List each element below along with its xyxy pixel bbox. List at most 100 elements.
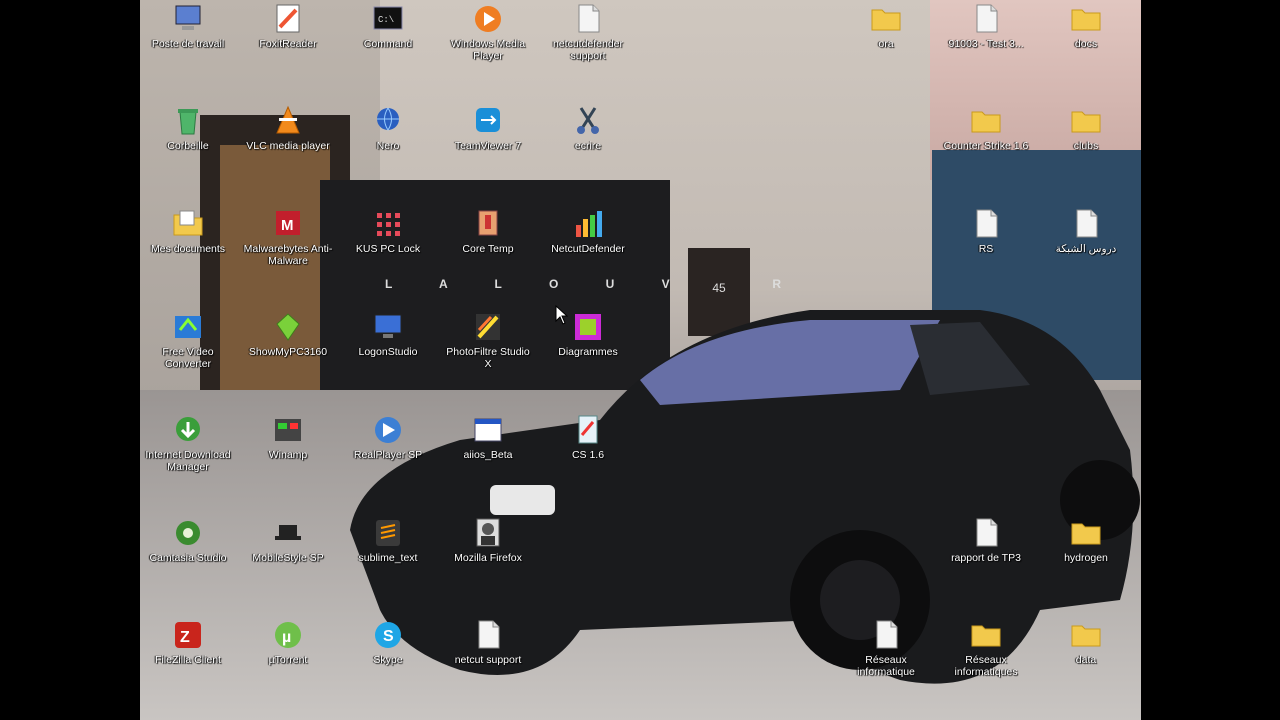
download-manager-icon (176, 417, 200, 441)
desktop-icon[interactable]: clubs (1040, 104, 1132, 200)
desktop-icon[interactable]: Réseaux informatiques (940, 618, 1032, 714)
desktop-icon-label: Camtasia Studio (149, 552, 227, 564)
desktop-icon-label: rapport de TP3 (951, 552, 1021, 564)
desktop-icon[interactable]: TeamViewer 7 (442, 104, 534, 200)
hat-icon (275, 525, 301, 540)
desktop-icon[interactable]: RealPlayer SP (342, 413, 434, 509)
realplayer-icon (375, 417, 401, 443)
desktop-icon[interactable]: Poste de travail (142, 2, 234, 98)
desktop-icon[interactable]: ecrire (542, 104, 634, 200)
folder-icon (1071, 523, 1101, 545)
desktop-icon[interactable]: hydrogen (1040, 516, 1132, 612)
desktop-icon[interactable]: Réseaux informatique (840, 618, 932, 714)
desktop-icon[interactable]: data (1040, 618, 1132, 714)
desktop-icon-label: sublime_text (358, 552, 418, 564)
desktop-icon-label: VLC media player (246, 140, 330, 152)
folder-documents-icon (173, 210, 203, 236)
desktop-icon[interactable]: aiios_Beta (442, 413, 534, 509)
letterbox-left (0, 0, 140, 720)
desktop-icon-label: ShowMyPC3160 (248, 346, 328, 358)
desktop-icon[interactable]: netcut support (442, 618, 534, 714)
desktop-icon-label: MobileStyle SP (252, 552, 324, 564)
scissors-icon (577, 107, 599, 134)
desktop-icon-label: Diagrammes (558, 346, 618, 358)
desktop-icon-label: Skype (373, 654, 403, 666)
desktop-icon-label: TeamViewer 7 (454, 140, 522, 152)
vlc-icon (276, 105, 300, 134)
desktop-icon[interactable]: ShowMyPC3160 (242, 310, 334, 406)
desktop-icon-label: µTorrent (268, 654, 308, 666)
desktop-icon[interactable]: Winamp (242, 413, 334, 509)
camtasia-icon (176, 521, 200, 545)
desktop-icon-label: Corbeille (167, 140, 209, 152)
document-icon (976, 4, 998, 33)
firefox-icon (476, 518, 500, 547)
skype-icon: S (375, 622, 401, 648)
desktop-icon[interactable]: docs (1040, 2, 1132, 98)
desktop-icon-label: Réseaux informatiques (954, 654, 1018, 678)
folder-icon (971, 111, 1001, 133)
computer-icon (175, 5, 201, 30)
desktop-icon[interactable]: Windows Media Player (442, 2, 534, 98)
desktop-icon[interactable]: Free Video Converter (142, 310, 234, 406)
desktop-icon[interactable]: Z FileZilla Client (142, 618, 234, 714)
desktop-icon-label: Mes documents (150, 243, 226, 255)
desktop-icon[interactable]: Corbeille (142, 104, 234, 200)
desktop-icon[interactable]: Counter Strike 1.6 (940, 104, 1032, 200)
desktop-icon[interactable]: LogonStudio (342, 310, 434, 406)
desktop-icon[interactable]: C:\ Command (342, 2, 434, 98)
desktop-icon[interactable]: rapport de TP3 (940, 516, 1032, 612)
svg-text:C:\: C:\ (378, 15, 394, 25)
desktop-icon[interactable]: 91003 - Test 3... (940, 2, 1032, 98)
desktop-icon[interactable]: S Skype (342, 618, 434, 714)
diagram-icon (575, 314, 601, 340)
letterbox-right (1141, 0, 1280, 720)
desktop-icon[interactable]: Nero (342, 104, 434, 200)
document-icon (478, 620, 500, 649)
desktop-icon[interactable]: M Malwarebytes Anti-Malware (242, 207, 334, 303)
terminal-icon: C:\ (373, 6, 403, 30)
game-icon (578, 415, 598, 444)
monitor-icon (374, 314, 402, 338)
folder-icon (1071, 111, 1101, 133)
desktop-icon[interactable]: MobileStyle SP (242, 516, 334, 612)
svg-text:M: M (281, 217, 294, 234)
window-icon (474, 418, 502, 442)
globe-icon (377, 107, 399, 131)
desktop-icon[interactable]: KUS PC Lock (342, 207, 434, 303)
desktop-icon-label: Mozilla Firefox (454, 552, 522, 564)
desktop-icon[interactable]: NetcutDefender (542, 207, 634, 303)
desktop-icon[interactable]: CS 1.6 (542, 413, 634, 509)
folder-icon (1071, 9, 1101, 31)
photofiltre-icon (476, 314, 500, 340)
desktop-icon[interactable]: Mes documents (142, 207, 234, 303)
document-icon (976, 209, 998, 238)
desktop-icon[interactable]: Core Temp (442, 207, 534, 303)
desktop-icon-label: KUS PC Lock (355, 243, 421, 255)
desktop-icon-label: Winamp (268, 449, 308, 461)
desktop-icon[interactable]: netcutdefender support (542, 2, 634, 98)
desktop-icon-label: clubs (1073, 140, 1099, 152)
desktop-icon[interactable]: FoxitReader (242, 2, 334, 98)
desktop-icon[interactable]: ora (840, 2, 932, 98)
desktop-icon[interactable]: Camtasia Studio (142, 516, 234, 612)
desktop-icon[interactable]: RS (940, 207, 1032, 303)
desktop-icon-label: PhotoFiltre Studio X (446, 346, 530, 370)
desktop-icon-label: hydrogen (1064, 552, 1108, 564)
desktop-icon[interactable]: PhotoFiltre Studio X (442, 310, 534, 406)
desktop-icon[interactable]: دروس الشبكة (1040, 207, 1132, 303)
desktop-icon[interactable]: Internet Download Manager (142, 413, 234, 509)
desktop-icon[interactable]: sublime_text (342, 516, 434, 612)
desktop-icon[interactable]: Mozilla Firefox (442, 516, 534, 612)
media-player-icon (475, 6, 501, 32)
desktop-icon[interactable]: VLC media player (242, 104, 334, 200)
desktop[interactable]: L A L O U V E R 45 Poste de travail Foxit… (140, 0, 1141, 720)
desktop-icon-label: docs (1074, 38, 1098, 50)
svg-text:µ: µ (282, 629, 291, 646)
utorrent-icon: µ (275, 622, 301, 648)
desktop-icon-label: FoxitReader (259, 38, 317, 50)
desktop-icon-label: aiios_Beta (463, 449, 513, 461)
folder-icon (971, 625, 1001, 647)
desktop-icon[interactable]: µ µTorrent (242, 618, 334, 714)
desktop-icon-label: netcut support (454, 654, 522, 666)
